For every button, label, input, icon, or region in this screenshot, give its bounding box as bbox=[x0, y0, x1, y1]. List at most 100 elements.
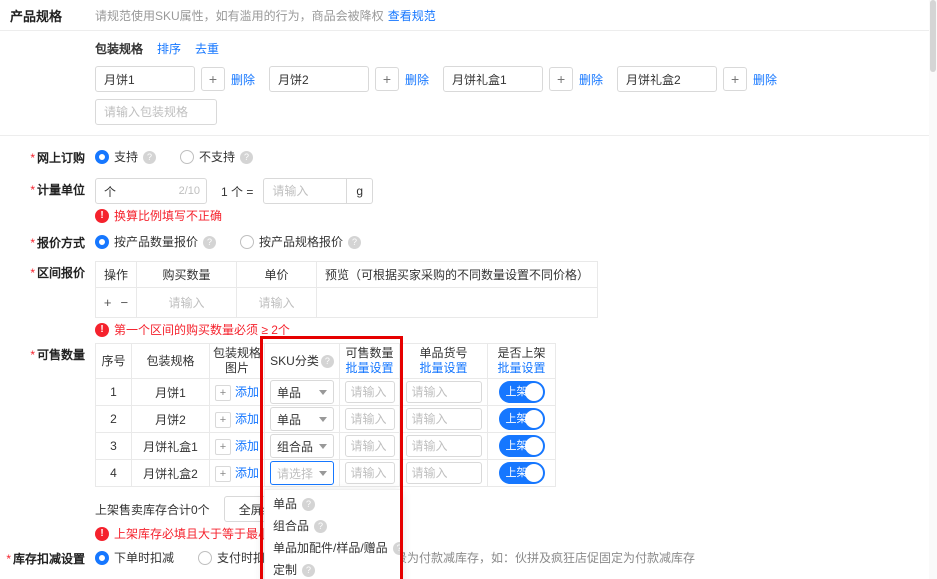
online-order-row: *网上订购 支持 ? 不支持 ? bbox=[0, 146, 937, 170]
new-spec-input[interactable] bbox=[95, 99, 217, 125]
sku-type-cell: 组合品 bbox=[265, 433, 340, 460]
range-quote-table: 操作 购买数量 单价 预览（可根据买家采购的不同数量设置不同价格） + − bbox=[95, 261, 598, 318]
view-spec-rules-link[interactable]: 查看规范 bbox=[388, 7, 436, 24]
item-code-input[interactable] bbox=[406, 381, 482, 403]
add-range-icon[interactable]: + bbox=[104, 295, 112, 310]
sku-type-select[interactable]: 单品 bbox=[270, 407, 334, 431]
buy-qty-input[interactable] bbox=[142, 296, 231, 310]
required-mark: * bbox=[30, 183, 35, 197]
item-code-input[interactable] bbox=[406, 435, 482, 457]
scrollbar-track bbox=[929, 0, 937, 579]
unit-label: *计量单位 bbox=[0, 178, 95, 202]
add-spec-button[interactable]: + bbox=[549, 67, 573, 91]
spec-input-4[interactable] bbox=[617, 66, 717, 92]
unit-price-cell bbox=[237, 288, 317, 318]
col-item-code: 单品货号 批量设置 bbox=[400, 344, 488, 379]
scrollbar-thumb[interactable] bbox=[930, 0, 936, 72]
radio-unselected-icon bbox=[198, 551, 212, 565]
qty-input[interactable] bbox=[345, 381, 395, 403]
spec-input-3[interactable] bbox=[443, 66, 543, 92]
dedupe-link[interactable]: 去重 bbox=[195, 40, 219, 57]
batch-set-code-link[interactable]: 批量设置 bbox=[403, 361, 484, 376]
info-icon[interactable]: ? bbox=[393, 542, 400, 555]
plus-icon[interactable]: + bbox=[215, 466, 231, 482]
toggle-knob bbox=[525, 410, 543, 428]
add-image-link[interactable]: 添加 bbox=[235, 466, 259, 480]
plus-icon[interactable]: + bbox=[215, 412, 231, 428]
error-icon: ! bbox=[95, 323, 109, 337]
spec-input-1[interactable] bbox=[95, 66, 195, 92]
info-icon[interactable]: ? bbox=[302, 498, 315, 511]
batch-set-qty-link[interactable]: 批量设置 bbox=[343, 361, 396, 376]
spec-item: + 删除 bbox=[617, 66, 777, 92]
required-mark: * bbox=[30, 266, 35, 280]
listed-toggle[interactable]: 上架 bbox=[499, 408, 545, 430]
plus-icon[interactable]: + bbox=[215, 385, 231, 401]
range-quote-data-row: + − bbox=[96, 288, 598, 318]
batch-set-listed-link[interactable]: 批量设置 bbox=[491, 361, 552, 376]
sort-link[interactable]: 排序 bbox=[157, 40, 181, 57]
radio-unselected-icon bbox=[240, 235, 254, 249]
radio-not-support[interactable]: 不支持 ? bbox=[180, 146, 253, 168]
radio-selected-icon bbox=[95, 235, 109, 249]
plus-icon: + bbox=[383, 71, 391, 87]
dropdown-option-custom[interactable]: 定制? bbox=[265, 559, 400, 579]
info-icon[interactable]: ? bbox=[348, 236, 361, 249]
add-image-link[interactable]: 添加 bbox=[235, 385, 259, 399]
dropdown-option-combo[interactable]: 组合品? bbox=[265, 515, 400, 537]
dropdown-option-single-plus-accessory[interactable]: 单品加配件/样品/赠品? bbox=[265, 537, 400, 559]
ratio-input[interactable] bbox=[263, 178, 347, 204]
listed-toggle[interactable]: 上架 bbox=[499, 462, 545, 484]
info-icon[interactable]: ? bbox=[314, 520, 327, 533]
listed-toggle[interactable]: 上架 bbox=[499, 435, 545, 457]
info-icon[interactable]: ? bbox=[203, 236, 216, 249]
sku-usage-tip: 请规范使用SKU属性，如有滥用的行为，商品会被降权 bbox=[95, 7, 384, 24]
add-spec-button[interactable]: + bbox=[375, 67, 399, 91]
info-icon[interactable]: ? bbox=[321, 355, 334, 368]
qty-input[interactable] bbox=[345, 462, 395, 484]
item-code-input[interactable] bbox=[406, 462, 482, 484]
qty-cell bbox=[340, 433, 400, 460]
qty-input[interactable] bbox=[345, 435, 395, 457]
info-icon[interactable]: ? bbox=[143, 151, 156, 164]
toggle-knob bbox=[525, 437, 543, 455]
sellable-header-row: 序号 包装规格 包装规格图片 SKU分类? 可售数量 批量设置 单品货号 批量设… bbox=[96, 344, 556, 379]
sku-type-select-open[interactable]: 请选择 bbox=[270, 461, 334, 485]
radio-quote-by-spec[interactable]: 按产品规格报价 ? bbox=[240, 231, 361, 253]
add-spec-button[interactable]: + bbox=[723, 67, 747, 91]
col-no: 序号 bbox=[96, 344, 132, 379]
info-icon[interactable]: ? bbox=[240, 151, 253, 164]
add-image-link[interactable]: 添加 bbox=[235, 439, 259, 453]
qty-input[interactable] bbox=[345, 408, 395, 430]
spec-input-2[interactable] bbox=[269, 66, 369, 92]
radio-support[interactable]: 支持 ? bbox=[95, 146, 156, 168]
stock-summary-text: 上架售卖库存合计0个 bbox=[95, 501, 210, 518]
add-image-link[interactable]: 添加 bbox=[235, 412, 259, 426]
delete-spec-link[interactable]: 删除 bbox=[405, 71, 429, 88]
online-order-options: 支持 ? 不支持 ? bbox=[95, 146, 277, 168]
sku-type-select[interactable]: 组合品 bbox=[270, 434, 334, 458]
sku-type-select[interactable]: 单品 bbox=[270, 380, 334, 404]
remove-range-icon[interactable]: − bbox=[121, 295, 129, 310]
sellable-qty-content: 序号 包装规格 包装规格图片 SKU分类? 可售数量 批量设置 单品货号 批量设… bbox=[95, 343, 556, 541]
dropdown-option-single[interactable]: 单品? bbox=[265, 493, 400, 515]
unit-price-input[interactable] bbox=[241, 296, 312, 310]
col-listed: 是否上架 批量设置 bbox=[488, 344, 556, 379]
required-mark: * bbox=[6, 552, 11, 566]
radio-deduct-on-order[interactable]: 下单时扣减 bbox=[95, 547, 174, 569]
delete-spec-link[interactable]: 删除 bbox=[579, 71, 603, 88]
delete-spec-link[interactable]: 删除 bbox=[753, 71, 777, 88]
row-spec: 月饼礼盒1 bbox=[132, 433, 210, 460]
radio-quote-by-quantity[interactable]: 按产品数量报价 ? bbox=[95, 231, 216, 253]
add-spec-button[interactable]: + bbox=[201, 67, 225, 91]
listed-toggle[interactable]: 上架 bbox=[499, 381, 545, 403]
table-row: 3 月饼礼盒1 +添加 组合品 上架 bbox=[96, 433, 556, 460]
info-icon[interactable]: ? bbox=[302, 564, 315, 577]
plus-icon[interactable]: + bbox=[215, 439, 231, 455]
section-title: 产品规格 bbox=[10, 6, 95, 25]
delete-spec-link[interactable]: 删除 bbox=[231, 71, 255, 88]
qty-cell bbox=[340, 406, 400, 433]
item-code-input[interactable] bbox=[406, 408, 482, 430]
spec-item: + 删除 bbox=[443, 66, 603, 92]
code-cell bbox=[400, 379, 488, 406]
